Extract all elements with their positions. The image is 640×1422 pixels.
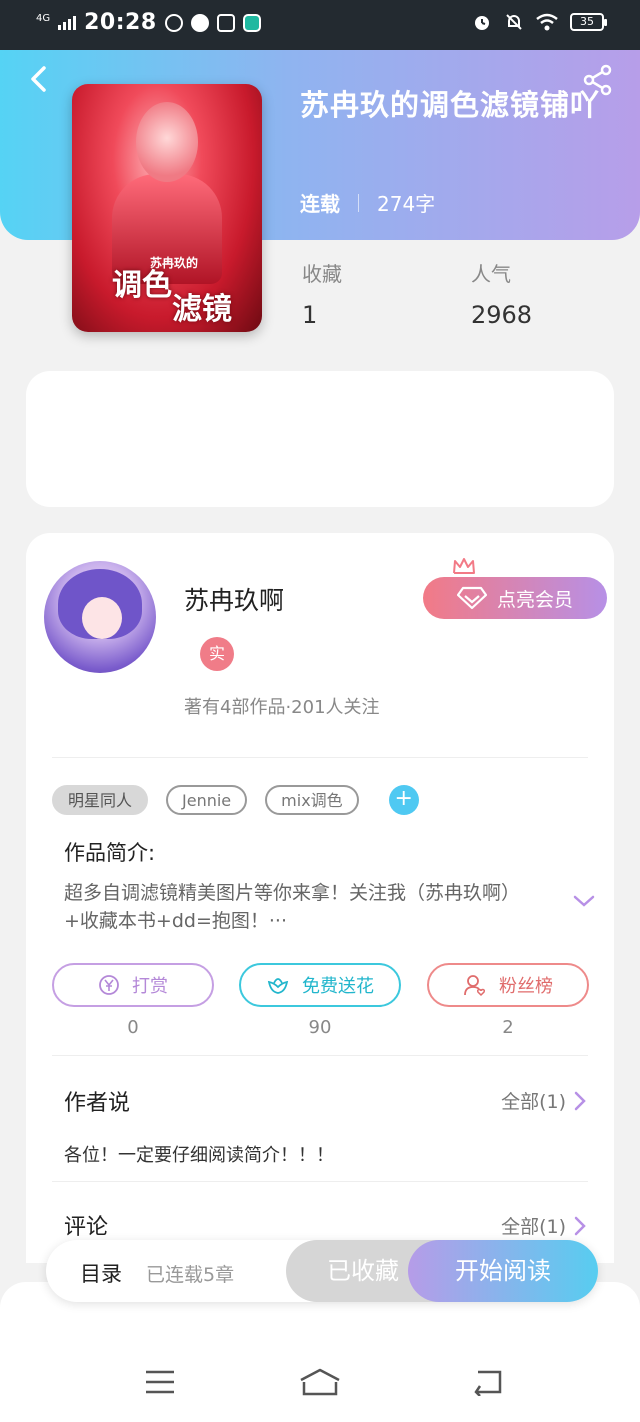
book-title: 苏冉玖的调色滤镜铺吖: [300, 88, 601, 122]
favorites-value: 1: [302, 301, 318, 329]
divider: [52, 1181, 588, 1182]
divider: [52, 757, 588, 758]
send-flower-button[interactable]: 免费送花: [239, 963, 401, 1007]
avatar-face: [82, 597, 122, 639]
reward-count: 0: [127, 1017, 139, 1038]
reward-button[interactable]: 打赏: [52, 963, 214, 1007]
fan-ranking-label: 粉丝榜: [499, 976, 553, 997]
battery-icon: 35: [570, 13, 607, 31]
back-nav-icon[interactable]: [470, 1368, 504, 1396]
status-left: 4G 20:28: [36, 10, 261, 35]
flower-icon: [267, 978, 289, 994]
chevron-right-icon: [574, 1216, 586, 1235]
signal-icon: [58, 15, 77, 30]
book-cover[interactable]: 苏冉玖的 调色 滤镜: [72, 84, 262, 332]
author-works-info: 著有4部作品·201人关注: [184, 697, 380, 718]
cover-text-large-1: 调色: [112, 268, 172, 303]
flower-count: 90: [308, 1017, 332, 1038]
comments-title: 评论: [64, 1215, 109, 1240]
menu-icon[interactable]: [144, 1368, 176, 1396]
verified-badge: 实: [200, 637, 234, 671]
app-notification-icon: [216, 13, 235, 32]
clock-time: 20:28: [84, 10, 157, 35]
bottom-panel: [0, 1282, 640, 1422]
blank-card: [26, 371, 614, 507]
popularity-value: 2968: [471, 301, 533, 329]
vip-button-label: 点亮会员: [496, 588, 573, 611]
cover-text-large-2: 滤镜: [172, 292, 232, 327]
chevron-right-icon: [574, 1091, 586, 1110]
intro-title: 作品简介:: [64, 841, 156, 865]
status-right: 35: [472, 12, 607, 32]
fan-ranking-button[interactable]: 粉丝榜: [427, 963, 589, 1007]
tag-item[interactable]: 明星同人: [52, 785, 149, 815]
table-of-contents-button[interactable]: 目录: [80, 1258, 122, 1288]
read-action-bar: 目录 已连载5章 已收藏 开始阅读: [46, 1240, 598, 1302]
intro-text: 超多自调滤镜精美图片等你来拿！关注我（苏冉玖啊）+收藏本书+dd=抱图！···: [64, 882, 521, 932]
comments-more[interactable]: 全部(1): [501, 1212, 586, 1239]
send-flower-label: 免费送花: [302, 976, 374, 997]
cover-figure-face: [136, 102, 198, 182]
tag-item[interactable]: Jennie: [166, 785, 248, 815]
home-icon[interactable]: [298, 1368, 342, 1396]
meta-divider: [358, 193, 359, 212]
hd-icon: [164, 13, 183, 32]
status-bar: 4G 20:28 35: [0, 0, 640, 50]
wifi-icon: [536, 13, 558, 31]
author-says-more-label: 全部(1): [501, 1091, 566, 1113]
author-says-more[interactable]: 全部(1): [501, 1087, 586, 1114]
fans-count: 2: [502, 1017, 514, 1038]
crown-icon: [453, 558, 475, 574]
tag-list: 明星同人 Jennie mix调色 +: [52, 785, 419, 815]
alarm-small-icon: [190, 13, 209, 32]
popularity-label: 人气: [471, 262, 511, 286]
comments-more-label: 全部(1): [501, 1216, 566, 1238]
mute-bell-icon: [506, 14, 522, 30]
author-says-title: 作者说: [64, 1091, 131, 1116]
author-card: 苏冉玖啊 实 著有4部作品·201人关注 点亮会员 明星同人 Jennie mi…: [26, 533, 614, 1263]
alarm-clock-icon: [475, 16, 489, 30]
diamond-icon: [456, 586, 487, 610]
serial-status: 连载: [300, 192, 340, 216]
chapter-count: 已连载5章: [146, 1264, 235, 1286]
start-reading-button[interactable]: 开始阅读: [408, 1240, 598, 1302]
book-meta: 连载 274字: [300, 188, 435, 217]
tag-item[interactable]: mix调色: [265, 785, 359, 815]
word-count: 274字: [377, 192, 436, 216]
favorites-stat: 收藏 1: [302, 258, 342, 329]
yen-coin-icon: [99, 975, 119, 995]
author-name[interactable]: 苏冉玖啊: [184, 581, 284, 617]
chevron-down-icon[interactable]: [572, 893, 596, 909]
app-notification-green-icon: [242, 13, 261, 32]
add-tag-button[interactable]: +: [388, 785, 419, 815]
popularity-stat: 人气 2968: [471, 258, 532, 329]
reward-label: 打赏: [132, 976, 168, 997]
author-says-content: 各位！一定要仔细阅读简介！！！: [64, 1145, 334, 1166]
network-type: 4G: [36, 12, 51, 24]
favorites-label: 收藏: [302, 262, 342, 286]
vip-button[interactable]: 点亮会员: [423, 577, 607, 619]
divider: [52, 1055, 588, 1056]
avatar[interactable]: [44, 561, 156, 673]
back-arrow-icon[interactable]: [24, 64, 54, 94]
fan-user-icon: [464, 975, 486, 997]
